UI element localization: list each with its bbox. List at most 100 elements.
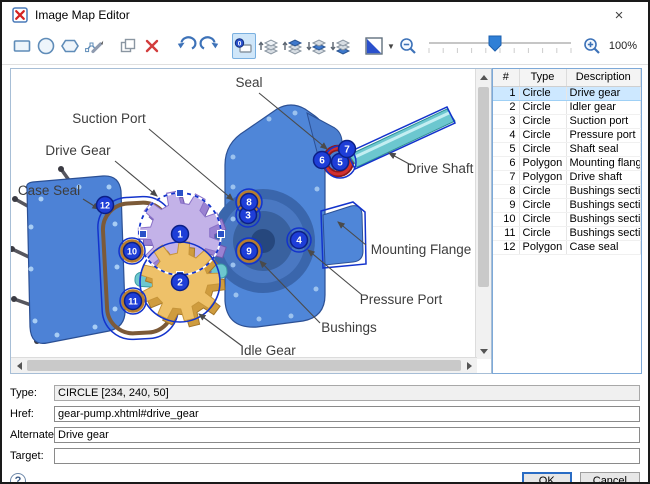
cancel-button[interactable]: Cancel: [580, 472, 640, 484]
main-area: Seal Suction Port Drive Gear Case Seal Drive…: [2, 64, 648, 376]
type-label: Type:: [10, 387, 54, 399]
svg-text:8: 8: [246, 198, 252, 209]
part-label: Drive Shaft: [407, 161, 474, 176]
region-marker-7[interactable]: 7: [339, 141, 356, 158]
duplicate-icon: [117, 35, 139, 57]
region-marker-2[interactable]: 2: [172, 274, 189, 291]
part-label: Seal: [235, 75, 262, 90]
svg-text:9: 9: [246, 247, 252, 258]
ellipse-icon: [35, 35, 57, 57]
help-icon: ?: [15, 475, 22, 484]
zoom-slider[interactable]: [425, 34, 575, 58]
vertical-scroll-thumb[interactable]: [478, 87, 489, 287]
scroll-left-button[interactable]: [11, 358, 27, 374]
bring-to-front-button[interactable]: [280, 33, 304, 59]
undo-button[interactable]: [174, 33, 198, 59]
table-row[interactable]: 10CircleBushings section: [493, 212, 641, 226]
column-header: #: [493, 69, 519, 86]
zoom-in-icon: [582, 36, 602, 56]
zoom-level: 100%: [609, 40, 643, 52]
delete-button[interactable]: [140, 33, 164, 59]
svg-text:7: 7: [344, 145, 350, 156]
svg-text:3: 3: [245, 211, 251, 222]
color-chooser-button[interactable]: [362, 33, 386, 59]
horizontal-scrollbar[interactable]: [11, 357, 477, 373]
region-marker-4[interactable]: 4: [291, 232, 308, 249]
table-row[interactable]: 4CirclePressure port: [493, 128, 641, 142]
toolbar: 0: [2, 28, 648, 64]
redo-button[interactable]: [198, 33, 222, 59]
table-row[interactable]: 3CircleSuction port: [493, 114, 641, 128]
scroll-right-button[interactable]: [461, 358, 477, 374]
send-backward-button[interactable]: [304, 33, 328, 59]
column-header: Type: [519, 69, 566, 86]
part-label: Case Seal: [18, 183, 80, 198]
color-dropdown-caret-icon[interactable]: ▼: [387, 42, 395, 51]
edit-points-tool-button[interactable]: [82, 33, 106, 59]
close-button[interactable]: ×: [608, 5, 630, 25]
send-to-back-button[interactable]: [328, 33, 352, 59]
right-arrow-icon: [467, 362, 472, 370]
svg-text:2: 2: [177, 278, 183, 289]
slider-ticks: [429, 48, 571, 53]
table-row[interactable]: 7PolygonDrive shaft: [493, 170, 641, 184]
region-marker-1[interactable]: 1: [172, 226, 189, 243]
svg-text:1: 1: [177, 230, 183, 241]
color-swatch-icon: [363, 35, 385, 57]
zoom-slider-thumb[interactable]: [489, 36, 501, 51]
zoom-out-button[interactable]: [395, 33, 421, 59]
duplicate-button[interactable]: [116, 33, 140, 59]
region-marker-8[interactable]: 8: [241, 194, 258, 211]
undo-icon: [175, 35, 197, 57]
gear-pump-illustration: Seal Suction Port Drive Gear Case Seal Drive…: [11, 69, 477, 359]
regions-table-panel: #TypeDescription 1CircleDrive gear2Circl…: [492, 68, 642, 374]
left-arrow-icon: [17, 362, 22, 370]
svg-text:6: 6: [319, 156, 325, 167]
region-marker-6[interactable]: 6: [314, 152, 331, 169]
alternate-label: Alternate:: [10, 429, 54, 441]
target-field[interactable]: [54, 448, 640, 464]
ok-button[interactable]: OK: [522, 472, 572, 484]
scroll-up-button[interactable]: [476, 69, 492, 85]
region-marker-10[interactable]: 10: [124, 243, 141, 260]
table-row[interactable]: 11CircleBushings section: [493, 226, 641, 240]
region-marker-9[interactable]: 9: [241, 243, 258, 260]
alternate-field[interactable]: [54, 427, 640, 443]
down-arrow-icon: [480, 349, 488, 354]
zoom-in-button[interactable]: [579, 33, 605, 59]
target-label: Target:: [10, 450, 54, 462]
part-label: Drive Gear: [45, 143, 111, 158]
part-label: Mounting Flange: [371, 242, 472, 257]
region-marker-11[interactable]: 11: [125, 293, 142, 310]
help-button[interactable]: ?: [10, 473, 26, 484]
svg-text:0: 0: [238, 40, 242, 47]
bring-to-front-icon: [281, 35, 303, 57]
polygon-tool-button[interactable]: [58, 33, 82, 59]
edit-points-icon: [83, 35, 105, 57]
send-to-back-icon: [329, 35, 351, 57]
image-map-canvas[interactable]: Seal Suction Port Drive Gear Case Seal Drive…: [10, 68, 492, 374]
table-row[interactable]: 9CircleBushings section: [493, 198, 641, 212]
table-row[interactable]: 2CircleIdler gear: [493, 100, 641, 114]
scroll-down-button[interactable]: [476, 343, 492, 359]
toggle-numbers-button[interactable]: 0: [232, 33, 256, 59]
table-row[interactable]: 1CircleDrive gear: [493, 86, 641, 100]
ellipse-tool-button[interactable]: [34, 33, 58, 59]
svg-text:10: 10: [127, 247, 137, 257]
send-backward-icon: [305, 35, 327, 57]
table-row[interactable]: 12PolygonCase seal: [493, 240, 641, 254]
type-field: [54, 385, 640, 401]
rectangle-icon: [11, 35, 33, 57]
table-row[interactable]: 6PolygonMounting flange: [493, 156, 641, 170]
table-row[interactable]: 8CircleBushings section: [493, 184, 641, 198]
footer: ? OK Cancel: [2, 468, 648, 484]
bring-forward-button[interactable]: [256, 33, 280, 59]
rectangle-tool-button[interactable]: [10, 33, 34, 59]
region-marker-12[interactable]: 12: [97, 197, 114, 214]
href-field[interactable]: [54, 406, 640, 422]
part-label: Suction Port: [72, 111, 146, 126]
vertical-scrollbar[interactable]: [475, 69, 491, 359]
table-header-row: #TypeDescription: [493, 69, 641, 86]
table-row[interactable]: 5CircleShaft seal: [493, 142, 641, 156]
horizontal-scroll-thumb[interactable]: [27, 360, 461, 371]
